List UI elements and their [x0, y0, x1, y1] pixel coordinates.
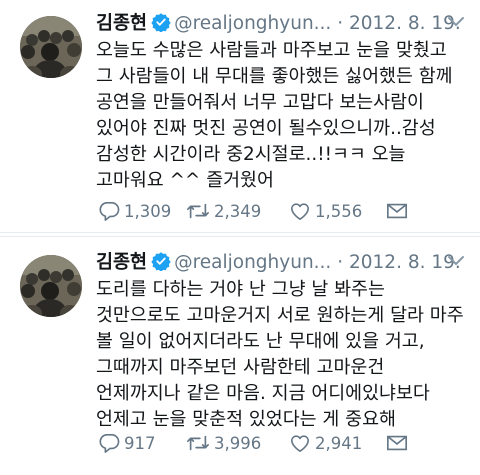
- tweet-text-line: 그때까지 마주보던 사람한테 고마운건: [96, 357, 385, 378]
- tweet-text-line: 공연을 만들어줘서 너무 고맙다 보는사람이: [96, 92, 424, 113]
- reply-button[interactable]: 1,309: [98, 200, 171, 222]
- avatar[interactable]: [20, 16, 82, 78]
- share-dm-icon: [387, 203, 407, 219]
- like-button[interactable]: 2,941: [289, 432, 362, 454]
- reply-icon: [99, 202, 120, 221]
- display-name[interactable]: 김종현: [96, 252, 147, 273]
- retweet-button[interactable]: 2,349: [186, 200, 261, 222]
- chevron-down-icon[interactable]: [446, 253, 466, 267]
- tweet-date[interactable]: 2012. 8. 19.: [349, 13, 461, 34]
- tweet-header: 김종현 @realjonghyun... · 2012. 8. 19.: [96, 10, 472, 38]
- avatar[interactable]: [20, 255, 82, 317]
- reply-icon: [99, 434, 120, 453]
- tweet-actions: 1,309 2,349 1,556: [98, 200, 418, 222]
- retweet-icon: [187, 435, 209, 451]
- share-dm-button[interactable]: [386, 432, 412, 454]
- like-count: 2,941: [315, 433, 363, 453]
- like-icon: [290, 203, 310, 220]
- retweet-icon: [187, 203, 209, 219]
- like-icon: [290, 435, 310, 452]
- tweet-text-line: 것만으로도 고마운거지 서로 원하는게 달라 마주: [96, 305, 464, 326]
- tweet-text-line: 감성한 시간이라 중2시절로..!!ㅋㅋ 오늘: [96, 144, 406, 165]
- retweet-count: 3,996: [214, 433, 262, 453]
- tweet-text-line: 오늘도 수많은 사람들과 마주보고 눈을 맞췄고: [96, 40, 447, 61]
- verified-badge-icon: [151, 12, 171, 38]
- reply-button[interactable]: 917: [98, 432, 156, 454]
- retweet-button[interactable]: 3,996: [186, 432, 261, 454]
- tweet-text-line: 고마워요 ^^ 즐거웠어: [96, 170, 274, 191]
- tweet-text-line: 언제까지나 같은 마음. 지금 어디에있냐보다: [96, 383, 430, 404]
- chevron-down-icon[interactable]: [446, 14, 466, 28]
- share-dm-icon: [387, 435, 407, 451]
- separator-dot: ·: [337, 13, 344, 34]
- separator-dot: ·: [337, 252, 344, 273]
- tweet-text-line: 그 사람들이 내 무대를 좋아했든 싫어했든 함께: [96, 66, 453, 87]
- reply-count: 1,309: [124, 201, 172, 221]
- tweet-text-line: 있어야 진짜 멋진 공연이 될수있으니까..감성: [96, 118, 436, 139]
- like-count: 1,556: [315, 201, 363, 221]
- user-handle[interactable]: @realjonghyun...: [174, 252, 331, 273]
- tweet[interactable]: 김종현 @realjonghyun... · 2012. 8. 19. 도리를 다…: [0, 236, 480, 475]
- avatar-image: [20, 255, 82, 317]
- tweet-actions: 917 3,996 2,941: [98, 432, 418, 454]
- like-button[interactable]: 1,556: [289, 200, 362, 222]
- tweet-text-line: 도리를 다하는 거야 난 그냥 날 봐주는: [96, 279, 385, 300]
- avatar-image: [20, 16, 82, 78]
- tweet-text: 오늘도 수많은 사람들과 마주보고 눈을 맞췄고 그 사람들이 내 무대를 좋아…: [96, 38, 472, 194]
- user-handle[interactable]: @realjonghyun...: [174, 13, 331, 34]
- tweet-text: 도리를 다하는 거야 난 그냥 날 봐주는 것만으로도 고마운거지 서로 원하는…: [96, 277, 472, 433]
- verified-badge-icon: [151, 251, 171, 277]
- share-dm-button[interactable]: [386, 200, 412, 222]
- tweet-text-line: 볼 일이 없어지더라도 난 무대에 있을 거고,: [96, 331, 425, 352]
- retweet-count: 2,349: [214, 201, 262, 221]
- reply-count: 917: [124, 433, 156, 453]
- tweet[interactable]: 김종현 @realjonghyun... · 2012. 8. 19. 오늘도 수…: [0, 0, 480, 233]
- display-name[interactable]: 김종현: [96, 13, 147, 34]
- tweet-text-line: 언제고 눈을 맞춘적 있었다는 게 중요해: [96, 409, 396, 430]
- tweet-header: 김종현 @realjonghyun... · 2012. 8. 19.: [96, 249, 472, 277]
- tweet-date[interactable]: 2012. 8. 19.: [349, 252, 461, 273]
